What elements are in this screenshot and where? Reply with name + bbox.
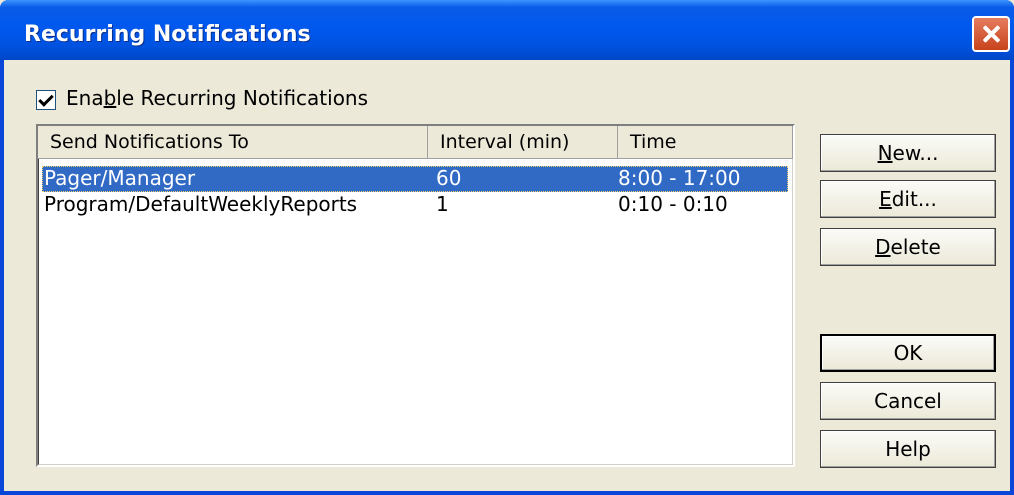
window-frame-right (1010, 60, 1014, 495)
cancel-button[interactable]: Cancel (820, 382, 996, 420)
list-row-selected[interactable]: Pager/Manager 60 8:00 - 17:00 (42, 166, 788, 192)
cell-time: 0:10 - 0:10 (618, 192, 728, 216)
cell-send-to: Pager/Manager (44, 166, 196, 190)
column-header-time[interactable]: Time (618, 126, 793, 159)
title-bar[interactable]: Recurring Notifications (0, 0, 1014, 60)
notifications-list[interactable]: Send Notifications To Interval (min) Tim… (36, 124, 795, 467)
delete-button[interactable]: Delete (820, 228, 996, 266)
cell-send-to: Program/DefaultWeeklyReports (44, 192, 358, 216)
window-title: Recurring Notifications (24, 22, 311, 47)
edit-button[interactable]: Edit... (820, 180, 996, 218)
close-icon[interactable] (972, 16, 1010, 52)
ok-button[interactable]: OK (820, 334, 996, 372)
new-button[interactable]: New... (820, 134, 996, 172)
column-header-interval[interactable]: Interval (min) (428, 126, 618, 159)
list-row[interactable]: Program/DefaultWeeklyReports 1 0:10 - 0:… (42, 192, 788, 218)
cell-interval: 60 (436, 166, 462, 190)
enable-recurring-checkbox[interactable] (36, 90, 56, 110)
cell-time: 8:00 - 17:00 (618, 166, 741, 190)
cell-interval: 1 (436, 192, 449, 216)
window-frame-bottom (0, 491, 1014, 495)
help-button[interactable]: Help (820, 430, 996, 468)
column-header-send-to[interactable]: Send Notifications To (38, 126, 428, 159)
enable-recurring-label[interactable]: Enable Recurring Notifications (66, 86, 368, 110)
